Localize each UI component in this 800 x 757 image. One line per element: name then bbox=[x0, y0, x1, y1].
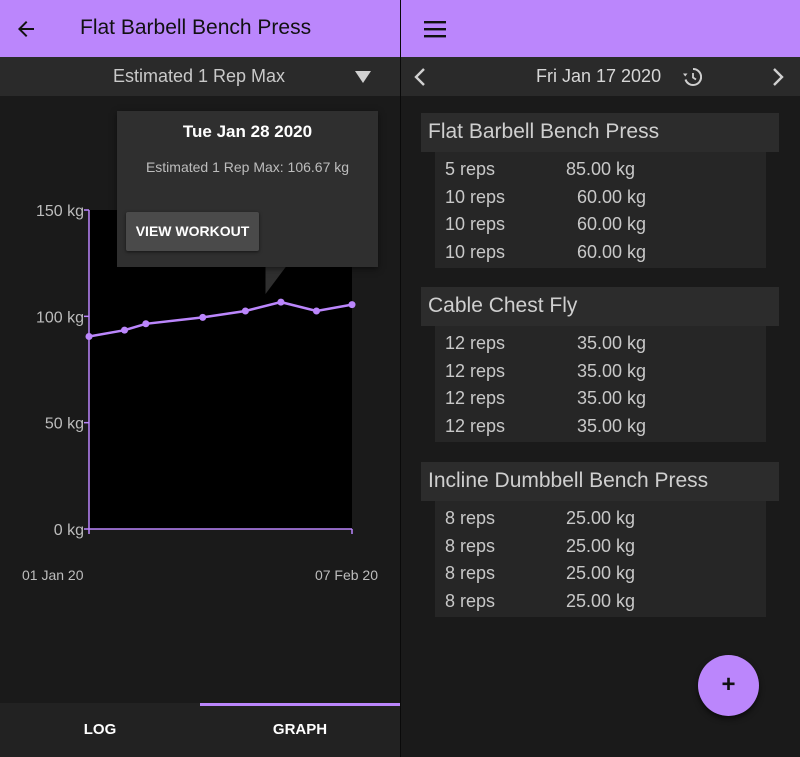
set-weight: 25.00 kg bbox=[566, 508, 636, 528]
set-weight: 25.00 kg bbox=[566, 535, 636, 556]
set-row[interactable]: 12 reps 35.00 kg bbox=[435, 330, 766, 358]
set-reps: 10 reps bbox=[445, 214, 506, 235]
set-reps: 8 reps bbox=[445, 563, 496, 584]
set-row[interactable]: 10 reps 60.00 kg bbox=[435, 184, 766, 212]
set-weight: 35.00 kg bbox=[577, 333, 647, 353]
exercise-name: Incline Dumbbell Bench Press bbox=[428, 469, 709, 492]
set-reps: 10 reps bbox=[445, 242, 506, 263]
metric-dropdown[interactable]: Estimated 1 Rep Max bbox=[0, 57, 400, 96]
set-weight: 85.00 kg bbox=[566, 159, 636, 179]
metric-dropdown-label: Estimated 1 Rep Max bbox=[112, 66, 286, 86]
x-tick-label: 01 Jan 20 bbox=[22, 567, 84, 583]
set-row[interactable]: 8 reps 25.00 kg bbox=[435, 560, 766, 588]
set-row[interactable]: 8 reps 25.00 kg bbox=[435, 533, 766, 561]
tab-graph[interactable]: GRAPH bbox=[200, 703, 400, 757]
y-tick-label: 0 kg bbox=[54, 522, 84, 539]
tooltip-value: Estimated 1 Rep Max: 106.67 kg bbox=[145, 159, 350, 175]
set-reps: 10 reps bbox=[445, 186, 506, 207]
view-workout-button[interactable]: VIEW WORKOUT bbox=[126, 212, 259, 251]
chevron-right-icon[interactable] bbox=[771, 67, 785, 87]
exercise-name: Cable Chest Fly bbox=[428, 294, 578, 317]
set-reps: 12 reps bbox=[445, 416, 506, 437]
dropdown-triangle-icon[interactable] bbox=[355, 71, 371, 83]
chart-tooltip: Tue Jan 28 2020 Estimated 1 Rep Max: 106… bbox=[117, 111, 378, 267]
arrow-left-icon[interactable] bbox=[14, 17, 38, 41]
app-bar-right bbox=[401, 0, 800, 57]
exercise-header[interactable]: Flat Barbell Bench Press bbox=[421, 113, 779, 152]
hamburger-menu-icon[interactable] bbox=[423, 18, 447, 40]
set-row[interactable]: 8 reps 25.00 kg bbox=[435, 588, 766, 616]
set-weight: 25.00 kg bbox=[566, 563, 636, 584]
exercise-sets: 12 reps 35.00 kg 12 reps 35.00 kg 12 reps 3… bbox=[435, 326, 766, 442]
set-weight: 35.00 kg bbox=[577, 416, 647, 437]
exercise-name: Flat Barbell Bench Press bbox=[428, 120, 660, 143]
set-weight: 60.00 kg bbox=[577, 186, 647, 207]
data-point bbox=[312, 307, 320, 315]
exercise-sets: 5 reps 85.00 kg 10 reps 60.00 kg 10 reps 60… bbox=[435, 152, 766, 268]
workout-pane: Fri Jan 17 2020 Flat Barbell Bench Press… bbox=[401, 0, 800, 757]
set-weight: 35.00 kg bbox=[577, 360, 647, 381]
app-bar: Flat Barbell Bench Press bbox=[0, 0, 400, 57]
data-point bbox=[121, 326, 129, 334]
set-weight: 60.00 kg bbox=[577, 214, 647, 235]
x-tick-label: 07 Feb 20 bbox=[315, 567, 378, 583]
set-reps: 5 reps bbox=[445, 159, 496, 179]
data-point bbox=[142, 320, 150, 328]
bottom-tabs: LOG GRAPH bbox=[0, 703, 400, 757]
set-weight: 35.00 kg bbox=[577, 388, 647, 409]
data-point bbox=[85, 333, 93, 341]
set-row[interactable]: 12 reps 35.00 kg bbox=[435, 358, 766, 386]
data-point bbox=[199, 313, 207, 321]
tooltip-date: Tue Jan 28 2020 bbox=[182, 122, 313, 141]
set-reps: 12 reps bbox=[445, 333, 506, 353]
set-reps: 12 reps bbox=[445, 360, 506, 381]
y-tick-label: 50 kg bbox=[45, 416, 84, 433]
data-point bbox=[348, 301, 356, 309]
set-reps: 12 reps bbox=[445, 388, 506, 409]
set-reps: 8 reps bbox=[445, 508, 496, 528]
data-point bbox=[241, 307, 249, 315]
exercise-header[interactable]: Incline Dumbbell Bench Press bbox=[421, 462, 779, 501]
page-title: Flat Barbell Bench Press bbox=[80, 16, 312, 39]
set-reps: 8 reps bbox=[445, 535, 496, 556]
exercise-sets: 8 reps 25.00 kg 8 reps 25.00 kg 8 reps 25.0… bbox=[435, 501, 766, 617]
set-row[interactable]: 8 reps 25.00 kg bbox=[435, 505, 766, 533]
set-row[interactable]: 10 reps 60.00 kg bbox=[435, 211, 766, 239]
chevron-left-icon[interactable] bbox=[413, 67, 427, 87]
set-row[interactable]: 5 reps 85.00 kg bbox=[435, 156, 766, 184]
tab-indicator bbox=[200, 703, 400, 706]
set-weight: 60.00 kg bbox=[577, 242, 647, 263]
y-tick-label: 150 kg bbox=[36, 203, 84, 220]
set-row[interactable]: 10 reps 60.00 kg bbox=[435, 239, 766, 267]
tab-log[interactable]: LOG bbox=[0, 703, 200, 757]
set-weight: 25.00 kg bbox=[566, 591, 636, 612]
current-date[interactable]: Fri Jan 17 2020 bbox=[536, 66, 661, 87]
set-row[interactable]: 12 reps 35.00 kg bbox=[435, 413, 766, 441]
add-exercise-button[interactable]: + bbox=[698, 655, 759, 716]
data-point bbox=[277, 298, 285, 306]
date-navigator: Fri Jan 17 2020 bbox=[401, 57, 800, 96]
set-reps: 8 reps bbox=[445, 591, 496, 612]
history-icon[interactable] bbox=[682, 67, 702, 87]
set-row[interactable]: 12 reps 35.00 kg bbox=[435, 385, 766, 413]
exercise-header[interactable]: Cable Chest Fly bbox=[421, 287, 779, 326]
y-tick-label: 100 kg bbox=[36, 309, 84, 326]
graph-pane: Flat Barbell Bench Press Estimated 1 Rep… bbox=[0, 0, 400, 757]
